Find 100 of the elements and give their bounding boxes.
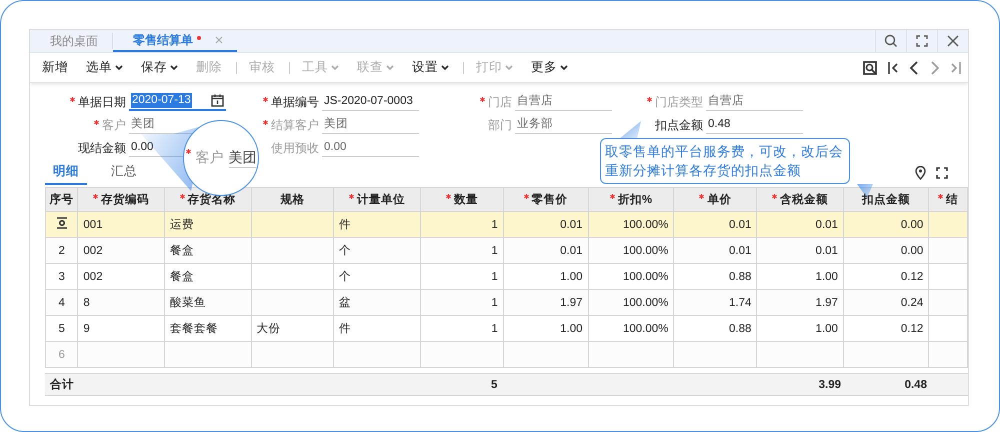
column-header[interactable]: 含税金额 <box>756 188 844 212</box>
row-number: 3 <box>58 270 65 282</box>
table-cell: 套餐套餐 <box>170 323 218 335</box>
column-header[interactable]: 结 <box>928 188 968 212</box>
current-row-icon <box>56 217 68 229</box>
table-cell: 002 <box>83 244 103 256</box>
toolbar-button[interactable]: 选单 <box>80 59 129 76</box>
column-header[interactable]: 存货编码 <box>78 188 164 212</box>
input-field[interactable]: JS-2020-07-0003 <box>322 92 419 111</box>
totals-label: 合计 <box>50 379 74 391</box>
table-cell: 个 <box>339 245 352 257</box>
column-header[interactable]: 规格 <box>251 188 334 212</box>
field-label: 现结金额 <box>78 140 126 157</box>
table-cell: 002 <box>83 270 103 282</box>
toolbar-button[interactable]: 更多 <box>525 59 574 76</box>
column-header[interactable]: 零售价 <box>503 188 588 212</box>
table-cell: 盆 <box>339 297 352 309</box>
next-icon[interactable] <box>929 60 941 76</box>
fullscreen-icon[interactable] <box>916 35 928 47</box>
table-cell: 0.00 <box>900 218 924 230</box>
magnified-label: 客户 <box>196 149 224 167</box>
table-cell: 0.88 <box>729 270 752 282</box>
table-cell: 9 <box>83 322 90 334</box>
table-cell: 1 <box>491 218 498 230</box>
column-header[interactable]: 序号 <box>46 188 78 212</box>
table-cell: 1.00 <box>560 270 583 282</box>
previous-icon[interactable] <box>908 60 920 76</box>
table-cell: 运费 <box>170 219 194 231</box>
table-cell: 酸菜鱼 <box>170 297 206 309</box>
column-header[interactable]: 计量单位 <box>334 188 420 212</box>
column-header[interactable]: 扣点金额 <box>843 188 929 212</box>
caret-icon <box>115 64 123 70</box>
table-cell: 0.00 <box>900 244 924 256</box>
search-icon[interactable] <box>884 34 898 48</box>
table-cell: 0.01 <box>729 218 752 230</box>
table-cell: 1 <box>491 270 498 282</box>
toolbar-button[interactable]: 保存 <box>135 59 184 76</box>
last-record-icon[interactable] <box>950 60 962 76</box>
row-number: 2 <box>58 244 65 256</box>
input-field[interactable]: 0.48 <box>706 115 803 134</box>
section-tab[interactable]: 明细 <box>45 161 87 185</box>
table-cell: 100.00% <box>622 270 668 282</box>
table-cell: 1.00 <box>816 322 838 334</box>
row-number: 6 <box>58 348 65 360</box>
table-cell: 1.00 <box>816 270 838 282</box>
column-header[interactable]: 折扣% <box>588 188 674 212</box>
table-cell: 001 <box>83 218 103 230</box>
field-label: 部门 <box>488 117 512 134</box>
section-tab[interactable]: 汇总 <box>103 161 145 185</box>
column-header[interactable]: 单价 <box>674 188 757 212</box>
preview-icon[interactable] <box>862 60 878 76</box>
table-cell: 件 <box>339 323 352 335</box>
table-cell: 1 <box>491 244 498 256</box>
caret-icon <box>441 64 449 70</box>
caret-icon <box>386 64 394 70</box>
table-cell: 100.00% <box>622 244 668 256</box>
table-cell: 1.97 <box>560 296 583 308</box>
field-label: 客户 <box>94 116 126 134</box>
table-cell: 8 <box>83 296 90 308</box>
modified-dot-icon <box>197 36 201 40</box>
field-label: 单据编号 <box>263 93 319 111</box>
table-cell: 0.24 <box>900 296 924 308</box>
fullscreen-icon[interactable] <box>936 167 948 179</box>
toolbar-button[interactable]: 新增 <box>36 59 74 76</box>
table-cell: 件 <box>339 219 352 231</box>
caret-icon <box>560 64 568 70</box>
caret-icon <box>505 64 513 70</box>
table-cell: 1 <box>491 322 498 334</box>
table-cell: 1.74 <box>729 296 752 308</box>
column-header[interactable]: 数量 <box>420 188 504 212</box>
row-number: 4 <box>58 296 65 308</box>
date-field[interactable]: 2020-07-13 <box>129 91 226 111</box>
table-cell: 0.01 <box>729 244 752 256</box>
total-value: 3.99 <box>818 378 842 390</box>
table-cell: 0.01 <box>816 218 838 230</box>
field-label: 单据日期 <box>70 93 126 111</box>
field-label: 扣点金额 <box>655 117 703 134</box>
table-cell: 0.88 <box>729 322 752 334</box>
table-cell: 大份 <box>256 323 280 335</box>
close-icon[interactable] <box>947 35 959 47</box>
table-cell: 100.00% <box>622 296 668 308</box>
table-cell: 0.12 <box>900 322 924 334</box>
caret-icon <box>331 64 339 70</box>
document-tab[interactable]: 零售结算单 <box>113 30 237 52</box>
first-record-icon[interactable] <box>887 60 899 76</box>
callout-tooltip: 取零售单的平台服务费，可改，改后会 重新分摊计算各存货的扣点金额 <box>600 138 850 184</box>
location-pin-icon[interactable] <box>915 166 926 180</box>
calendar-icon[interactable] <box>211 94 224 106</box>
table-cell: 1.97 <box>816 296 838 308</box>
table-cell: 1.00 <box>560 322 583 334</box>
table-cell: 0.01 <box>816 244 838 256</box>
table-cell: 0.12 <box>900 270 924 282</box>
toolbar-button[interactable]: 设置 <box>406 59 455 76</box>
field-label: 结算客户 <box>263 116 319 134</box>
field-label: 门店类型 <box>647 93 703 111</box>
table-cell: 100.00% <box>622 322 668 334</box>
row-number: 5 <box>58 322 65 334</box>
table-cell: 1 <box>491 296 498 308</box>
field-label: 门店 <box>480 93 512 111</box>
caret-icon <box>170 64 178 70</box>
